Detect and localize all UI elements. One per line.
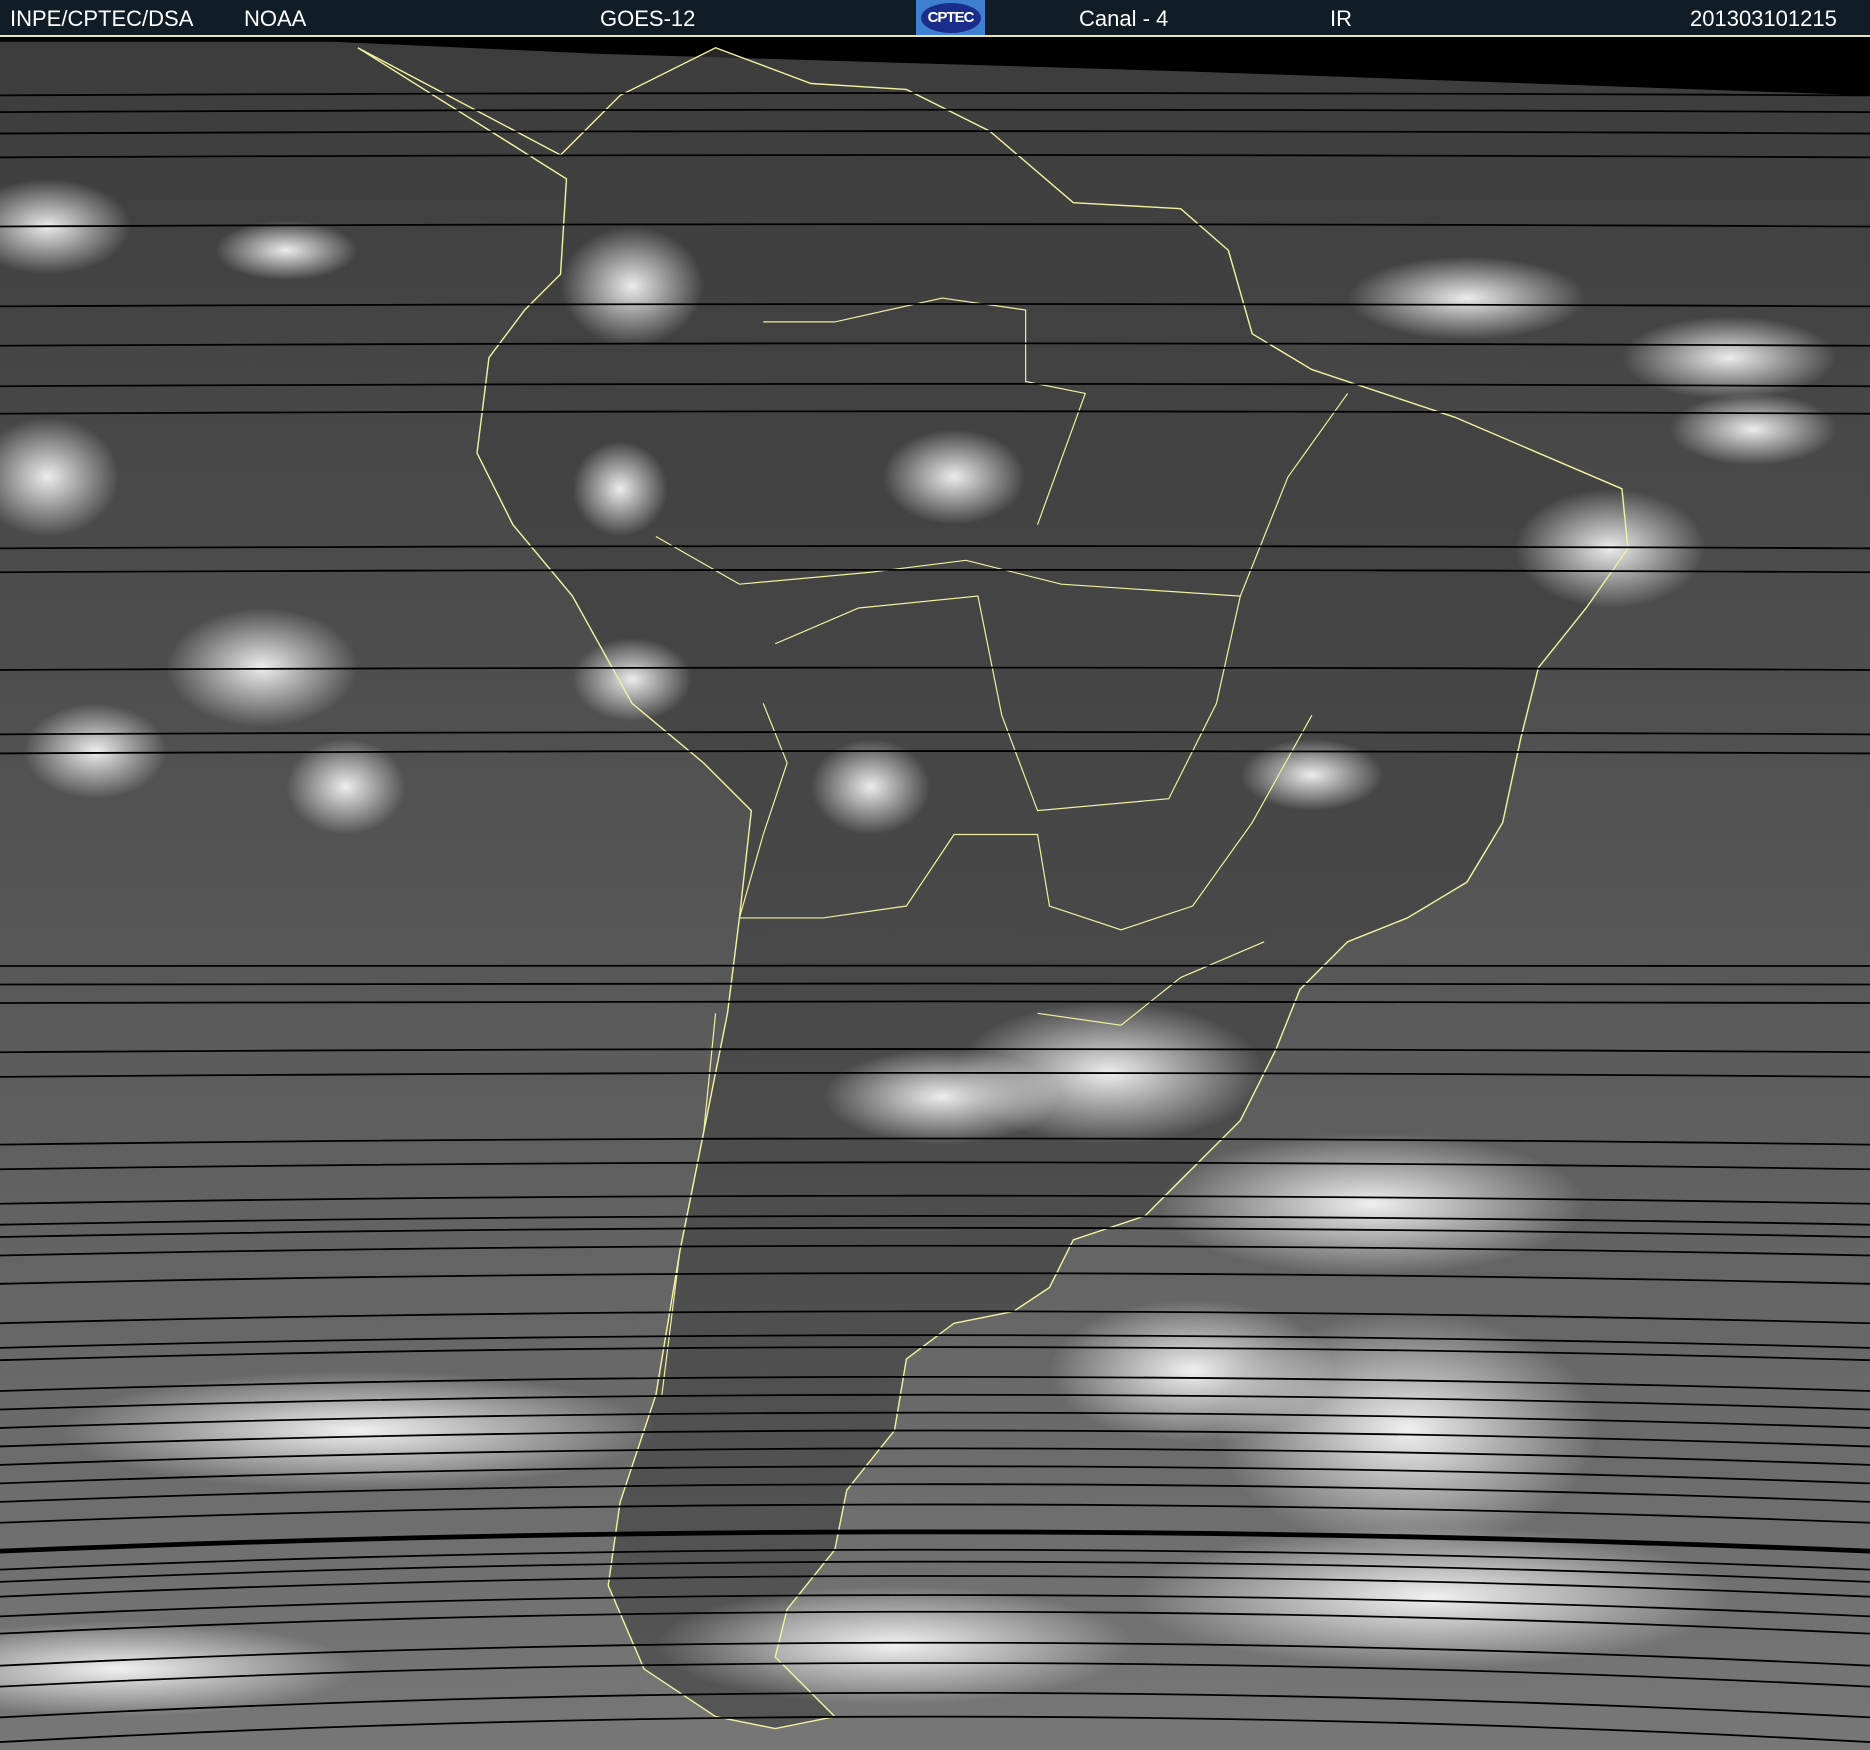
satellite-ir-image bbox=[0, 37, 1870, 1750]
cptec-logo-text: CPTEC bbox=[920, 2, 981, 33]
cloud bbox=[572, 441, 668, 537]
cloud bbox=[1347, 256, 1587, 340]
cptec-logo: CPTEC bbox=[916, 0, 985, 35]
cloud bbox=[655, 1585, 1133, 1705]
source-label: NOAA bbox=[244, 6, 307, 31]
satellite-label: GOES-12 bbox=[600, 6, 696, 31]
band-label: IR bbox=[1330, 6, 1352, 31]
cloud bbox=[23, 703, 167, 799]
cloud bbox=[166, 608, 358, 728]
cloud bbox=[1049, 1299, 1336, 1443]
cloud bbox=[560, 226, 704, 346]
cloud bbox=[882, 429, 1026, 525]
timestamp-label: 201303101215 bbox=[1690, 6, 1837, 31]
channel-label: Canal - 4 bbox=[1079, 6, 1169, 31]
cloud bbox=[1669, 393, 1837, 465]
cloud bbox=[214, 220, 358, 281]
header-bar: INPE/CPTEC/DSA NOAA GOES-12 CPTEC Canal … bbox=[0, 0, 1870, 37]
agency-label: INPE/CPTEC/DSA bbox=[10, 6, 194, 31]
cloud bbox=[1240, 739, 1384, 811]
scanline bbox=[0, 982, 1870, 986]
cloud bbox=[286, 739, 406, 835]
cloud bbox=[810, 739, 931, 835]
cloud bbox=[1156, 1132, 1587, 1276]
cloud bbox=[822, 1049, 1062, 1145]
cloud bbox=[572, 637, 692, 722]
cloud bbox=[1621, 315, 1837, 400]
